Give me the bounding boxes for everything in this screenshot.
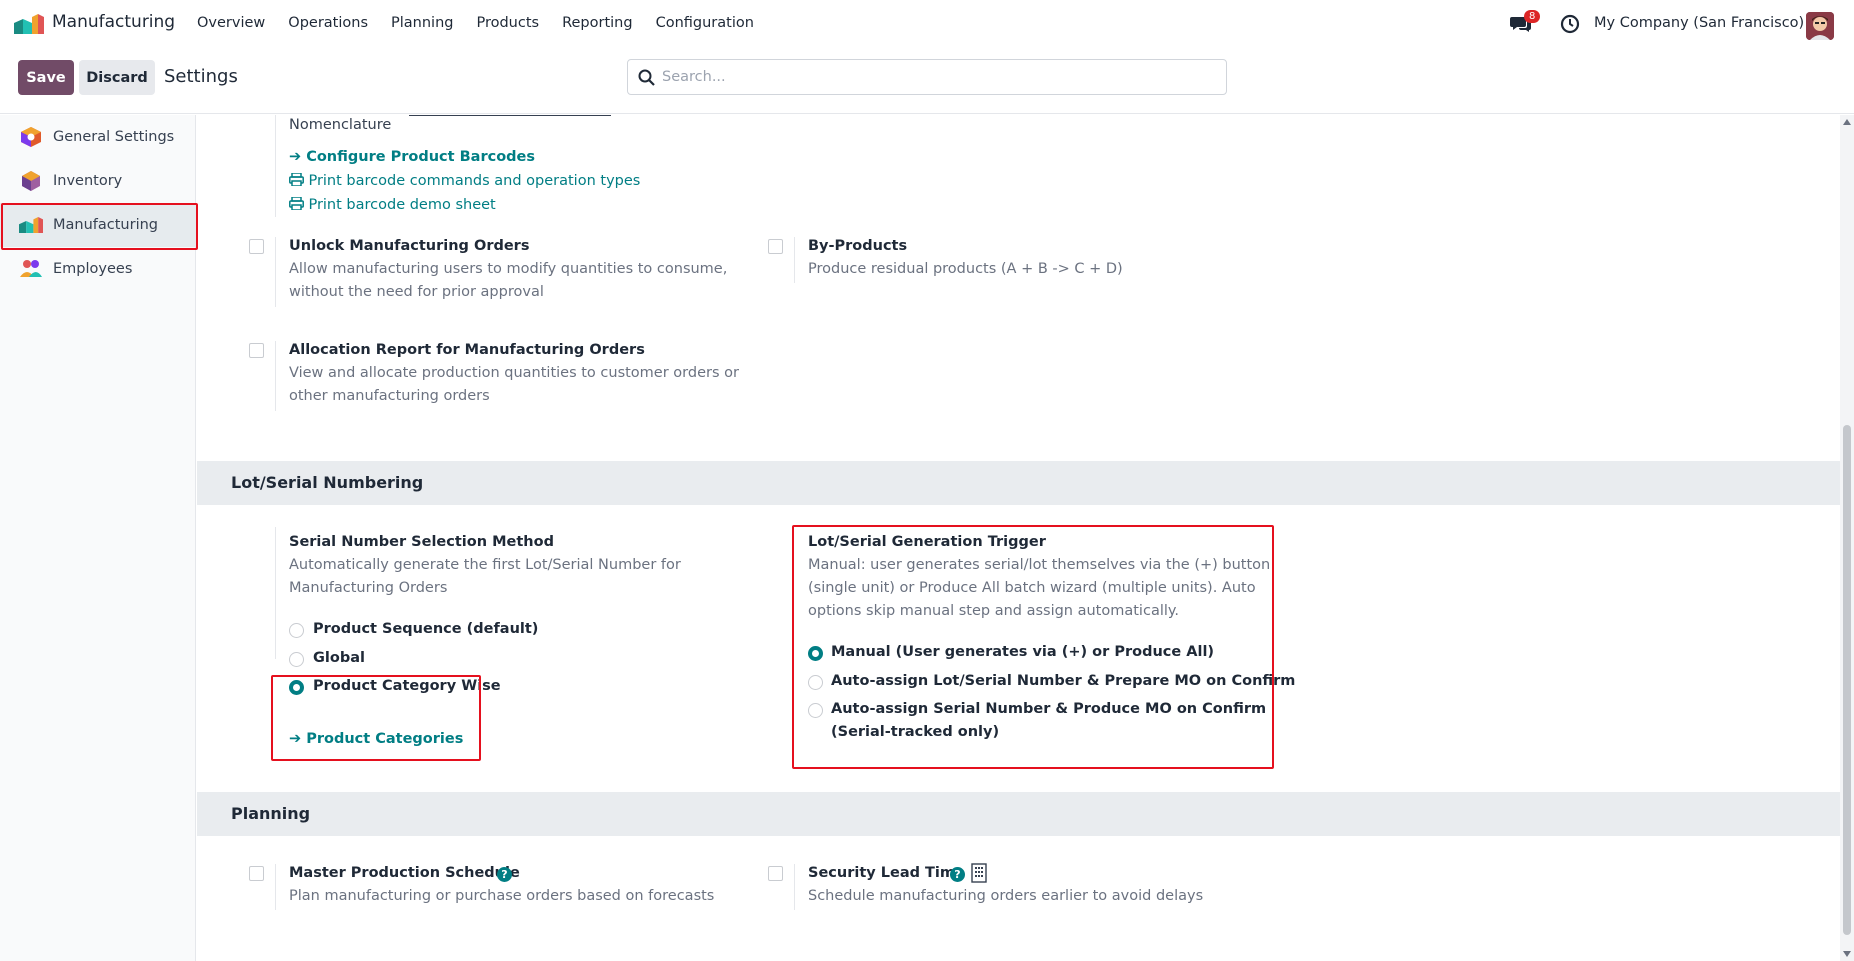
description-line: Manufacturing Orders [289, 580, 448, 596]
divider [275, 527, 276, 659]
arrow-right-icon: ➔ [289, 149, 307, 165]
allocation-report-title: Allocation Report for Manufacturing Orde… [289, 342, 645, 358]
divider [275, 864, 276, 910]
section-title: Planning [231, 804, 311, 823]
description-line: Automatically generate the first Lot/Ser… [289, 557, 681, 573]
section-planning: Planning [197, 792, 1840, 836]
user-avatar[interactable] [1806, 12, 1834, 40]
allocation-report-checkbox[interactable] [249, 343, 264, 358]
inventory-icon [22, 171, 40, 191]
divider [275, 115, 276, 217]
divider [794, 864, 795, 910]
scroll-down-arrow-icon[interactable] [1843, 951, 1851, 957]
unlock-mo-title: Unlock Manufacturing Orders [289, 238, 530, 254]
radio-global[interactable] [289, 652, 304, 667]
radio-product-sequence[interactable] [289, 623, 304, 638]
print-commands-label: Print barcode commands and operation typ… [308, 173, 641, 189]
app-name[interactable]: Manufacturing [52, 12, 175, 32]
radio-label: Global [313, 650, 365, 666]
description-line: View and allocate production quantities … [289, 365, 739, 381]
content-scrollbar[interactable] [1840, 115, 1854, 961]
sidebar-item-employees[interactable]: Employees [0, 247, 196, 291]
byproducts-checkbox[interactable] [768, 239, 783, 254]
radio-label: Product Sequence (default) [313, 621, 539, 637]
discard-button[interactable]: Discard [79, 60, 155, 95]
unlock-mo-description: Allow manufacturing users to modify quan… [289, 258, 727, 304]
search-bar[interactable] [627, 59, 1227, 95]
general-settings-icon [21, 127, 41, 147]
menu-operations[interactable]: Operations [288, 15, 368, 31]
mps-checkbox[interactable] [249, 866, 264, 881]
page-title: Settings [164, 66, 238, 87]
highlight-box-manufacturing [1, 203, 198, 250]
menu-products[interactable]: Products [476, 15, 539, 31]
scroll-thumb[interactable] [1843, 425, 1851, 935]
allocation-report-description: View and allocate production quantities … [289, 362, 739, 408]
sidebar-item-label: Inventory [53, 173, 123, 189]
divider [275, 341, 276, 411]
section-title: Lot/Serial Numbering [231, 473, 424, 492]
search-icon [638, 69, 655, 86]
byproducts-title: By-Products [808, 238, 908, 254]
sidebar-item-label: Employees [53, 261, 133, 277]
sidebar-item-label: General Settings [53, 129, 175, 145]
serial-selection-description: Automatically generate the first Lot/Ser… [289, 554, 681, 600]
print-commands-link[interactable]: Print barcode commands and operation typ… [289, 172, 641, 189]
divider [275, 237, 276, 307]
settings-content: Nomenclature ➔ Configure Product Barcode… [197, 115, 1840, 961]
printer-icon [289, 196, 304, 211]
control-panel: Save Discard Settings [0, 48, 1854, 114]
highlight-box-generation-trigger [792, 525, 1274, 769]
configure-barcodes-link[interactable]: ➔ Configure Product Barcodes [289, 149, 535, 165]
company-building-icon [971, 863, 987, 883]
unlock-mo-checkbox[interactable] [249, 239, 264, 254]
nomenclature-label: Nomenclature [289, 117, 392, 133]
printer-icon [289, 172, 304, 187]
top-navbar: Manufacturing Overview Operations Planni… [0, 0, 1854, 48]
byproducts-description: Produce residual products (A + B -> C + … [808, 261, 1123, 277]
highlight-box-category-wise [271, 675, 481, 761]
help-icon[interactable]: ? [950, 867, 965, 882]
mps-title: Master Production Schedule [289, 865, 520, 881]
menu-planning[interactable]: Planning [391, 15, 453, 31]
main-menu: Overview Operations Planning Products Re… [197, 15, 777, 31]
sidebar-item-general-settings[interactable]: General Settings [0, 115, 196, 159]
nomenclature-field[interactable] [409, 115, 611, 116]
clock-icon[interactable] [1560, 14, 1580, 34]
employees-icon [20, 260, 42, 277]
print-demo-label: Print barcode demo sheet [308, 197, 496, 213]
configure-barcodes-label: Configure Product Barcodes [306, 149, 536, 165]
company-switcher[interactable]: My Company (San Francisco) [1594, 15, 1804, 31]
mps-description: Plan manufacturing or purchase orders ba… [289, 888, 715, 904]
scroll-up-arrow-icon[interactable] [1843, 119, 1851, 125]
avatar-image [1806, 12, 1834, 40]
search-input[interactable] [662, 66, 1212, 88]
description-line: other manufacturing orders [289, 388, 490, 404]
sidebar-item-inventory[interactable]: Inventory [0, 159, 196, 203]
save-button[interactable]: Save [18, 60, 74, 95]
manufacturing-app-icon[interactable] [14, 14, 44, 34]
menu-configuration[interactable]: Configuration [656, 15, 754, 31]
serial-selection-title: Serial Number Selection Method [289, 534, 554, 550]
section-lot-serial: Lot/Serial Numbering [197, 461, 1840, 505]
description-line: Allow manufacturing users to modify quan… [289, 261, 728, 277]
lead-time-title: Security Lead Time [808, 865, 965, 881]
divider [794, 237, 795, 283]
print-demo-link[interactable]: Print barcode demo sheet [289, 196, 496, 213]
lead-time-checkbox[interactable] [768, 866, 783, 881]
help-icon[interactable]: ? [497, 867, 512, 882]
menu-reporting[interactable]: Reporting [562, 15, 633, 31]
messages-badge: 8 [1524, 10, 1541, 23]
menu-overview[interactable]: Overview [197, 15, 265, 31]
lead-time-description: Schedule manufacturing orders earlier to… [808, 888, 1204, 904]
description-line: without the need for prior approval [289, 284, 544, 300]
